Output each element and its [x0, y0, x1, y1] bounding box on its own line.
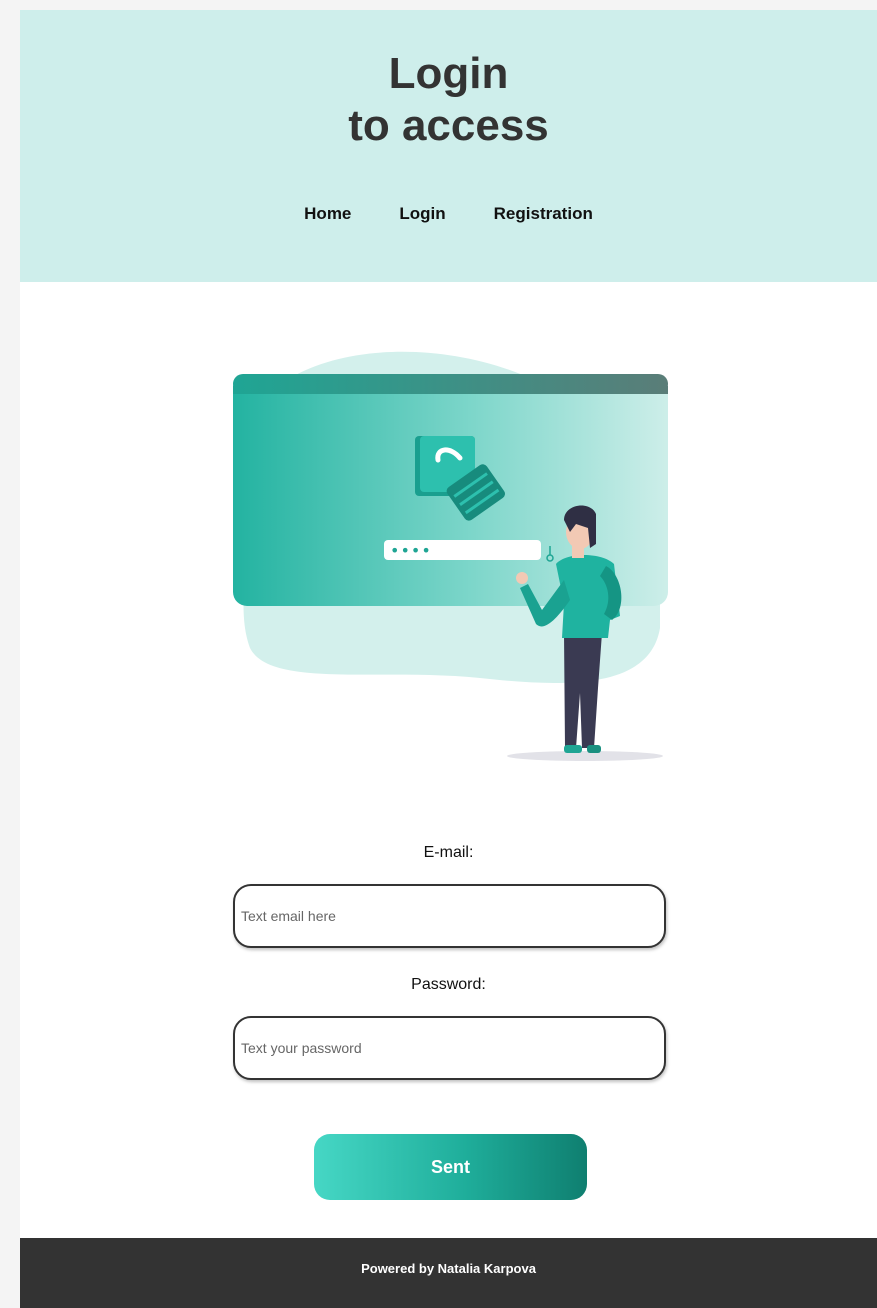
email-input[interactable]	[233, 884, 666, 948]
email-label: E-mail:	[423, 844, 474, 861]
title-line-2: to access	[348, 101, 549, 150]
illustration-password-dots: ••••	[390, 541, 432, 560]
nav-login-link[interactable]: Login	[399, 204, 445, 224]
password-input[interactable]	[233, 1016, 666, 1080]
footer: Powered by Natalia Karpova	[20, 1238, 877, 1308]
footer-credit: Powered by Natalia Karpova	[361, 1261, 536, 1276]
page: Login to access Home Login Registration	[20, 10, 877, 1308]
header: Login to access Home Login Registration	[20, 10, 877, 282]
submit-button[interactable]: Sent	[314, 1134, 587, 1200]
login-illustration: ••••	[233, 351, 668, 761]
title-line-1: Login	[388, 49, 509, 98]
nav-registration-link[interactable]: Registration	[494, 204, 593, 224]
main-nav: Home Login Registration	[20, 204, 877, 224]
page-title: Login to access	[20, 48, 877, 152]
password-label: Password:	[411, 976, 486, 993]
nav-home-link[interactable]: Home	[304, 204, 351, 224]
